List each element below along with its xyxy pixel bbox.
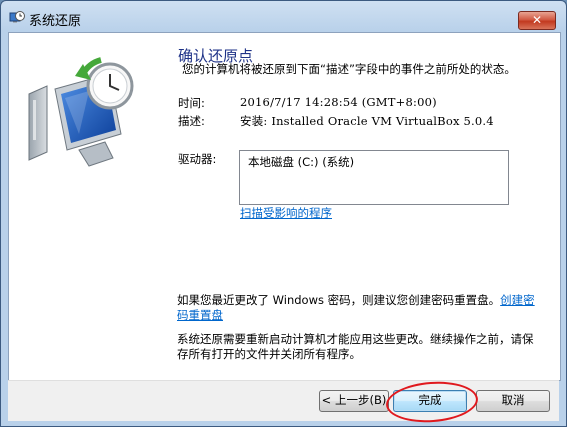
drives-label: 驱动器: [178,152,217,166]
time-value: 2016/7/17 14:28:54 (GMT+8:00) [240,95,437,109]
description-value: 安装: Installed Oracle VM VirtualBox 5.0.4 [240,114,494,128]
drive-item[interactable]: 本地磁盘 (C:) (系统) [248,154,354,170]
finish-button[interactable]: 完成 [393,390,467,412]
back-button[interactable]: < 上一步(B) [319,390,389,412]
cancel-button[interactable]: 取消 [476,390,550,412]
title-bar: 系统还原 ✕ [1,1,566,33]
confirmation-description: 您的计算机将被还原到下面“描述”字段中的事件之前所处的状态。 [182,62,516,76]
illustration-pane [9,34,164,379]
password-note: 如果您最近更改了 Windows 密码，则建议您创建密码重置盘。创建密码重置盘 [177,293,535,323]
drives-listbox[interactable]: 本地磁盘 (C:) (系统) [239,150,509,205]
close-button[interactable]: ✕ [518,11,556,30]
description-label: 描述: [178,114,205,128]
scan-affected-programs-link[interactable]: 扫描受影响的程序 [240,205,332,221]
close-icon: ✕ [531,13,543,27]
window-title: 系统还原 [29,14,82,29]
restart-note: 系统还原需要重新启动计算机才能应用这些更改。继续操作之前，请保存所有打开的文件并… [177,332,534,361]
system-restore-window: 系统还原 ✕ 确认还原点 您的计算机将被还原到下面“描述”字段中的事件之前所处的… [0,0,567,427]
restore-illustration-icon [28,57,134,167]
password-note-text: 如果您最近更改了 Windows 密码，则建议您创建密码重置盘。 [177,293,501,307]
system-restore-icon [9,11,25,23]
time-label: 时间: [178,96,205,110]
